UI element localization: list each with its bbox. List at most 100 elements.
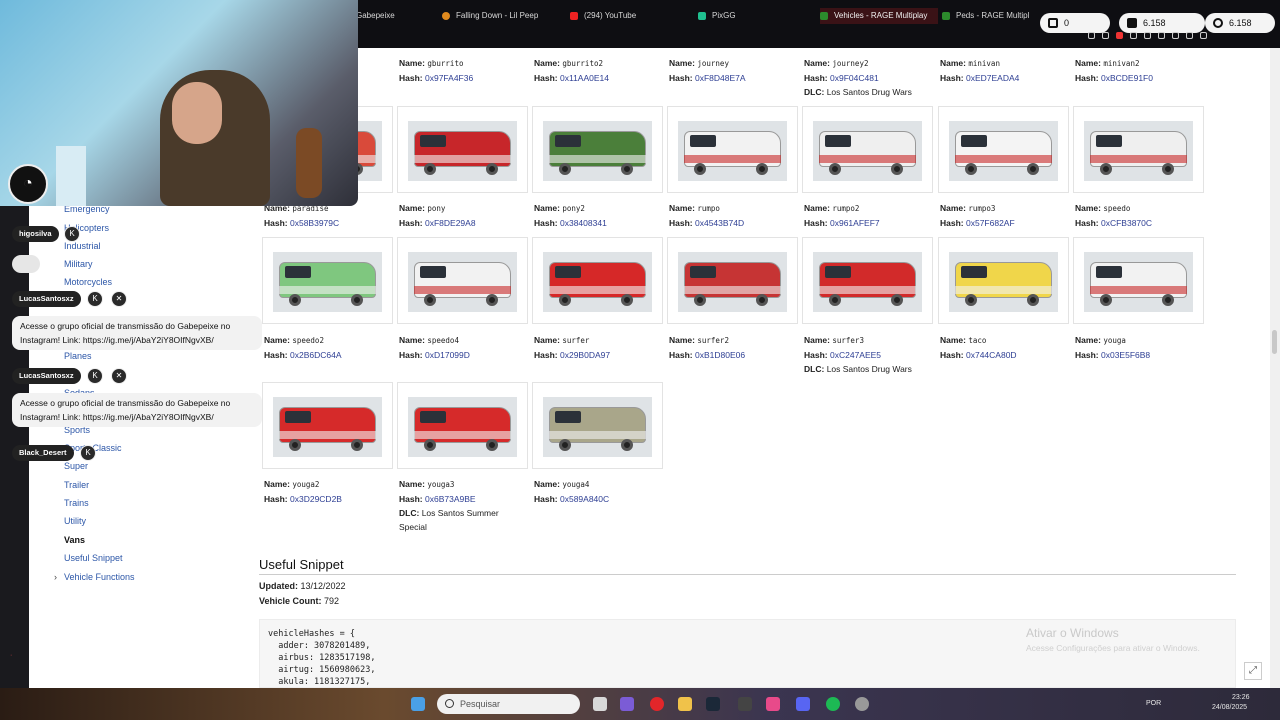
sidebar-item-military[interactable]: Military bbox=[64, 259, 93, 269]
van-window bbox=[825, 135, 851, 147]
name-label: Name: bbox=[399, 479, 425, 489]
download-icon[interactable] bbox=[1186, 32, 1193, 39]
clock-time[interactable]: 23:26 bbox=[1232, 694, 1250, 701]
van-stripe bbox=[1090, 286, 1187, 294]
vehicle-photo bbox=[273, 397, 382, 457]
vehicle-image[interactable] bbox=[938, 237, 1069, 324]
vehicle-dlc: Los Santos Drug Wars bbox=[826, 87, 912, 97]
vehicle-image[interactable] bbox=[397, 237, 528, 324]
sidebar-item-planes[interactable]: Planes bbox=[64, 351, 92, 361]
obs-icon[interactable] bbox=[855, 697, 869, 711]
chevron-right-icon[interactable]: › bbox=[54, 572, 57, 582]
vehicle-meta: Name: speedo2 Hash: 0x2B6DC64A bbox=[264, 333, 342, 362]
vehicle-image[interactable] bbox=[667, 106, 798, 193]
menu-icon[interactable] bbox=[1200, 32, 1207, 39]
tab-falling-down[interactable]: Falling Down - Lil Peep bbox=[442, 8, 562, 24]
vehicle-meta: Name: surfer Hash: 0x29B0DA97 bbox=[534, 333, 610, 362]
language-indicator[interactable]: POR bbox=[1146, 700, 1161, 707]
pin-icon[interactable] bbox=[1102, 32, 1109, 39]
spotify-icon[interactable] bbox=[826, 697, 840, 711]
folder-icon[interactable] bbox=[678, 697, 692, 711]
vehicle-meta: Name: taco Hash: 0x744CA80D bbox=[940, 333, 1017, 362]
vehicle-image[interactable] bbox=[802, 106, 933, 193]
extensions-icon[interactable] bbox=[1172, 32, 1179, 39]
wheel-shape bbox=[965, 163, 977, 175]
sidebar-item-trailer[interactable]: Trailer bbox=[64, 480, 89, 490]
name-label: Name: bbox=[940, 335, 966, 345]
vehicle-image[interactable] bbox=[262, 382, 393, 469]
vehicle-image[interactable] bbox=[802, 237, 933, 324]
capcut-icon[interactable] bbox=[766, 697, 780, 711]
vehicle-hash: 0xCFB3870C bbox=[1101, 218, 1153, 228]
vehicle-meta: Name: rumpo2 Hash: 0x961AFEF7 bbox=[804, 201, 880, 230]
wheel-shape bbox=[424, 439, 436, 451]
translate-icon[interactable] bbox=[1130, 32, 1137, 39]
sidebar-item-trains[interactable]: Trains bbox=[64, 498, 89, 508]
vehicle-name: youga3 bbox=[427, 480, 455, 489]
sidebar-item-utility[interactable]: Utility bbox=[64, 516, 86, 526]
vehicle-name: minivan2 bbox=[1103, 59, 1140, 68]
tab-pixgg[interactable]: PixGG bbox=[698, 8, 808, 24]
vehicle-image[interactable] bbox=[1073, 106, 1204, 193]
van-stripe bbox=[684, 286, 781, 294]
sidebar-item-motorcycles[interactable]: Motorcycles bbox=[64, 277, 112, 287]
vehicle-hash: 0x97FA4F36 bbox=[425, 73, 474, 83]
wheel-shape bbox=[756, 163, 768, 175]
vehicle-image[interactable] bbox=[397, 106, 528, 193]
vehicle-image[interactable] bbox=[1073, 237, 1204, 324]
vehicle-image[interactable] bbox=[532, 106, 663, 193]
vehicle-image[interactable] bbox=[397, 382, 528, 469]
dlc-label: DLC: bbox=[804, 364, 825, 374]
file-explorer-icon[interactable] bbox=[593, 697, 607, 711]
van-window bbox=[420, 135, 446, 147]
vehicle-image[interactable] bbox=[262, 237, 393, 324]
pixgg-icon bbox=[698, 12, 706, 20]
widgets-icon[interactable] bbox=[411, 697, 425, 711]
app-icon[interactable] bbox=[738, 697, 752, 711]
copilot-icon[interactable] bbox=[620, 697, 634, 711]
kick-badge-icon: K bbox=[87, 291, 103, 307]
vehicle-name: speedo4 bbox=[427, 336, 459, 345]
vehicle-hash: 0x4543B74D bbox=[695, 218, 745, 228]
heart-icon[interactable] bbox=[1158, 32, 1165, 39]
tab-peds[interactable]: Peds - RAGE Multipl bbox=[942, 8, 1042, 24]
guitar-image bbox=[296, 128, 322, 198]
tab-vehicles[interactable]: Vehicles - RAGE Multiplay bbox=[820, 8, 938, 24]
van-window bbox=[285, 411, 311, 423]
scrollbar[interactable] bbox=[1270, 48, 1280, 688]
record-icon[interactable] bbox=[1116, 32, 1123, 39]
vehicle-dlc: Los Santos Summer bbox=[421, 508, 499, 518]
sidebar-item-industrial[interactable]: Industrial bbox=[64, 241, 101, 251]
van-window bbox=[1096, 266, 1122, 278]
sidebar-item-vehicle-functions[interactable]: Vehicle Functions bbox=[64, 572, 135, 582]
chat-message: Acesse o grupo oficial de transmissão do… bbox=[12, 316, 262, 350]
vehicle-hash: 0x3D29CD2B bbox=[290, 494, 342, 504]
vehicle-image[interactable] bbox=[667, 237, 798, 324]
sidebar-item-vans[interactable]: Vans bbox=[64, 535, 85, 545]
vehicle-hash: 0x57F682AF bbox=[966, 218, 1015, 228]
vehicle-image[interactable] bbox=[532, 237, 663, 324]
steam-icon[interactable] bbox=[706, 697, 720, 711]
chat-message: Acesse o grupo oficial de transmissão do… bbox=[12, 393, 262, 427]
bell-icon[interactable] bbox=[1088, 32, 1095, 39]
vehicle-dlc: Los Santos Drug Wars bbox=[826, 364, 912, 374]
vehicle-meta: Name: rumpo3 Hash: 0x57F682AF bbox=[940, 201, 1015, 230]
tag-icon[interactable] bbox=[1144, 32, 1151, 39]
hash-label: Hash: bbox=[264, 494, 288, 504]
clock-date[interactable]: 24/08/2025 bbox=[1212, 704, 1247, 711]
hash-label: Hash: bbox=[399, 494, 423, 504]
sidebar-item-super[interactable]: Super bbox=[64, 461, 88, 471]
wheel-shape bbox=[559, 294, 571, 306]
expand-icon[interactable]: ⤢ bbox=[1244, 662, 1262, 680]
vehicle-image[interactable] bbox=[532, 382, 663, 469]
opera-gx-icon[interactable] bbox=[650, 697, 664, 711]
name-label: Name: bbox=[1075, 335, 1101, 345]
scrollbar-thumb[interactable] bbox=[1272, 330, 1277, 354]
vehicle-image[interactable] bbox=[938, 106, 1069, 193]
sidebar-item-useful-snippet[interactable]: Useful Snippet bbox=[64, 553, 123, 563]
hash-label: Hash: bbox=[534, 218, 558, 228]
taskbar-search-input[interactable]: Pesquisar bbox=[437, 694, 580, 714]
hash-label: Hash: bbox=[804, 218, 828, 228]
tab-youtube[interactable]: (294) YouTube bbox=[570, 8, 680, 24]
discord-icon[interactable] bbox=[796, 697, 810, 711]
